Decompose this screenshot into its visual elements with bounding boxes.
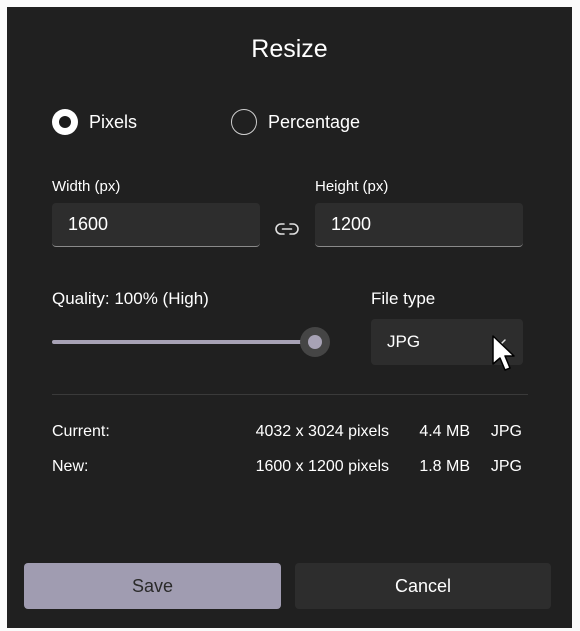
dialog-footer: Save Cancel <box>7 535 572 628</box>
height-label: Height (px) <box>315 178 389 195</box>
quality-label: Quality: 100% (High) <box>52 289 209 308</box>
pixels-radio-label: Pixels <box>89 111 138 132</box>
save-button[interactable]: Save <box>24 563 281 609</box>
percentage-radio-label: Percentage <box>268 111 361 132</box>
current-size: 4.4 MB <box>419 423 470 440</box>
info-divider <box>52 394 528 395</box>
new-info-row: New: 1600 x 1200 pixels 1.8 MB JPG <box>52 458 522 480</box>
mouse-cursor-icon <box>492 335 515 371</box>
new-label: New: <box>52 458 89 475</box>
file-type-value: JPG <box>387 332 421 351</box>
width-label: Width (px) <box>52 178 121 195</box>
dialog-title: Resize <box>251 35 328 63</box>
new-size: 1.8 MB <box>419 458 470 475</box>
pixels-radio-option[interactable]: Pixels <box>52 109 137 135</box>
quality-slider-track[interactable] <box>52 340 315 344</box>
new-dimensions: 1600 x 1200 pixels <box>255 458 389 475</box>
height-input[interactable] <box>315 203 523 247</box>
quality-slider[interactable] <box>52 327 330 357</box>
current-dimensions: 4032 x 3024 pixels <box>255 423 389 440</box>
pixels-radio-button[interactable] <box>52 109 78 135</box>
percentage-radio-option[interactable]: Percentage <box>231 109 360 135</box>
file-type-label: File type <box>371 289 436 308</box>
link-icon[interactable] <box>275 219 299 239</box>
current-label: Current: <box>52 423 110 440</box>
quality-slider-thumb[interactable] <box>300 327 330 357</box>
width-input[interactable] <box>52 203 260 247</box>
current-format: JPG <box>490 423 522 440</box>
new-format: JPG <box>490 458 522 475</box>
resize-dialog: Resize Pixels Percentage Width (px) Heig… <box>7 7 572 628</box>
cancel-button[interactable]: Cancel <box>295 563 551 609</box>
current-info-row: Current: 4032 x 3024 pixels 4.4 MB JPG <box>52 423 522 445</box>
percentage-radio-button[interactable] <box>231 109 257 135</box>
